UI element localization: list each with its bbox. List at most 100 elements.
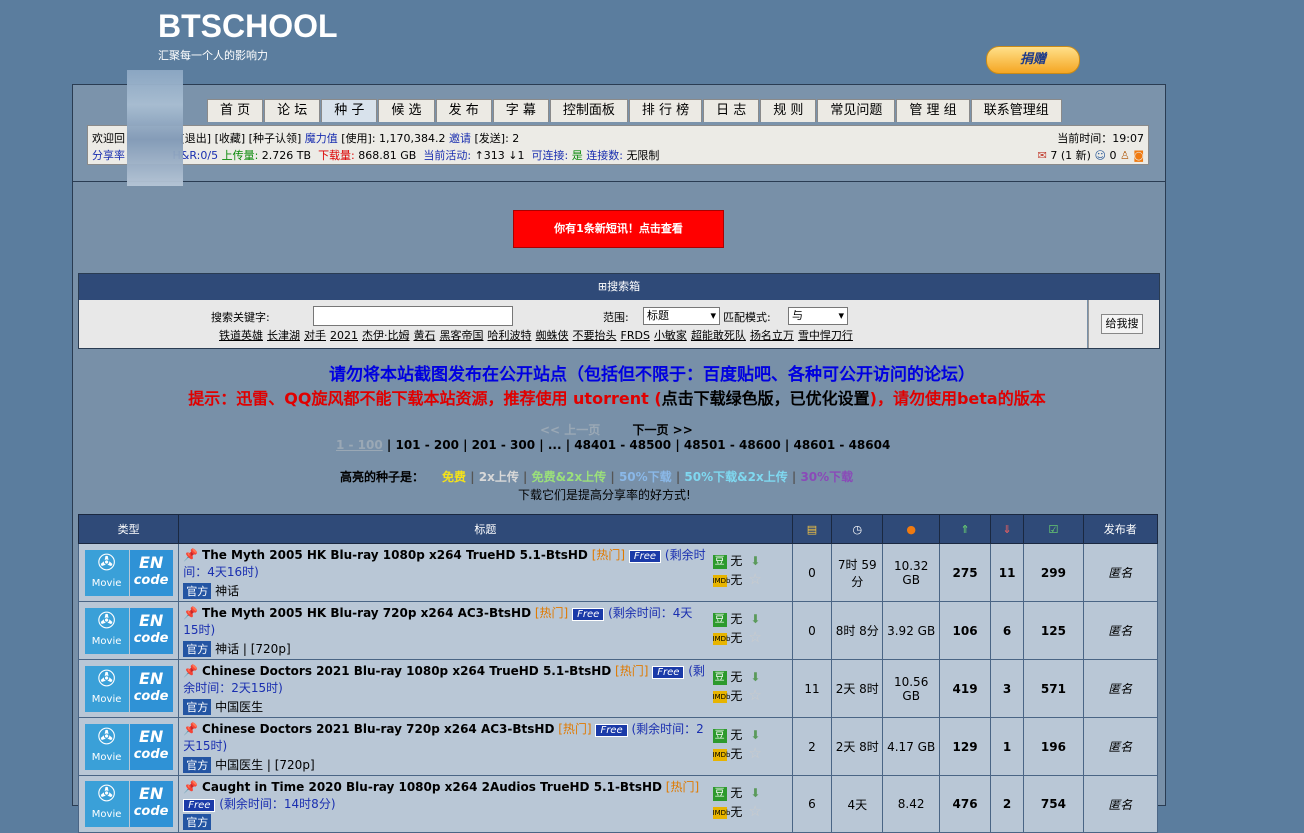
seeders-count[interactable]: 106 — [939, 601, 991, 660]
bookmark-star-icon[interactable]: ☆ — [748, 570, 761, 588]
inbox-count[interactable]: 7 (1 新) — [1050, 149, 1091, 162]
seeders-count[interactable]: 275 — [939, 543, 991, 602]
nav-tab[interactable]: 字 幕 — [492, 99, 549, 122]
nav-tab[interactable]: 管 理 组 — [896, 99, 970, 122]
friends-count[interactable]: 0 — [1109, 149, 1116, 162]
imdb-rating[interactable]: IMDb 无 ☆ — [712, 802, 788, 821]
category-movie-en-icon[interactable]: ✇ Movie EN code — [84, 665, 173, 712]
page-link[interactable]: 48501 - 48600 — [684, 438, 781, 452]
torrent-title-link[interactable]: Chinese Doctors 2021 Blu-ray 720p x264 A… — [202, 722, 554, 736]
torrent-title-link[interactable]: The Myth 2005 HK Blu-ray 1080p x264 True… — [202, 548, 588, 562]
douban-rating[interactable]: 豆 无 ⬇ — [712, 552, 788, 570]
search-input[interactable] — [313, 306, 513, 326]
bookmark-star-icon[interactable]: ☆ — [748, 802, 761, 820]
col-seeders[interactable]: ⇑ — [939, 514, 991, 544]
nav-tab[interactable]: 常见问题 — [817, 99, 896, 122]
torrent-title-link[interactable]: Caught in Time 2020 Blu-ray 1080p x264 2… — [202, 780, 662, 794]
page-link[interactable]: 101 - 200 — [395, 438, 458, 452]
col-age[interactable]: ◷ — [831, 514, 884, 544]
hot-keyword-link[interactable]: 雪中悍刀行 — [798, 329, 853, 342]
torrent-title-link[interactable]: Chinese Doctors 2021 Blu-ray 1080p x264 … — [202, 664, 611, 678]
hot-keyword-link[interactable]: 扬名立万 — [750, 329, 794, 342]
imdb-rating[interactable]: IMDb 无 ☆ — [712, 744, 788, 763]
col-comments[interactable]: ▤ — [791, 514, 833, 544]
comments-count[interactable]: 6 — [791, 775, 833, 833]
user-icon[interactable]: ♙ — [1120, 149, 1130, 162]
download-icon[interactable]: ⬇ — [750, 786, 760, 800]
download-icon[interactable]: ⬇ — [750, 612, 760, 626]
hot-keyword-link[interactable]: 黄石 — [414, 329, 436, 342]
imdb-rating[interactable]: IMDb 无 ☆ — [712, 686, 788, 705]
col-completed[interactable]: ☑ — [1023, 514, 1084, 544]
category-movie-en-icon[interactable]: ✇ Movie EN code — [84, 723, 173, 770]
imdb-rating[interactable]: IMDb 无 ☆ — [712, 570, 788, 589]
type-cell[interactable]: ✇ Movie EN code — [77, 717, 180, 776]
completed-count[interactable]: 125 — [1023, 601, 1084, 660]
douban-rating[interactable]: 豆 无 ⬇ — [712, 610, 788, 628]
type-cell[interactable]: ✇ Movie EN code — [77, 659, 180, 718]
bookmark-star-icon[interactable]: ☆ — [748, 628, 761, 646]
col-type[interactable]: 类型 — [77, 514, 180, 544]
new-message-button[interactable]: 你有1条新短讯！点击查看 — [513, 210, 724, 248]
page-link[interactable]: 48401 - 48500 — [574, 438, 671, 452]
next-page-link[interactable]: 下一页 >> — [632, 423, 692, 437]
completed-count[interactable]: 754 — [1023, 775, 1084, 833]
imdb-rating[interactable]: IMDb 无 ☆ — [712, 628, 788, 647]
category-movie-en-icon[interactable]: ✇ Movie EN code — [84, 549, 173, 596]
download-icon[interactable]: ⬇ — [750, 728, 760, 742]
page-link[interactable]: 1 - 100 — [336, 438, 383, 452]
hot-keyword-link[interactable]: 超能敢死队 — [691, 329, 746, 342]
search-box-header[interactable]: ⊞搜索箱 — [79, 274, 1159, 300]
col-size[interactable]: ● — [882, 514, 941, 544]
hot-keyword-link[interactable]: 蜘蛛侠 — [536, 329, 569, 342]
bookmark-star-icon[interactable]: ☆ — [748, 744, 761, 762]
leechers-count[interactable]: 6 — [989, 601, 1025, 660]
leechers-count[interactable]: 11 — [989, 543, 1025, 602]
download-icon[interactable]: ⬇ — [750, 670, 760, 684]
hot-keyword-link[interactable]: 2021 — [330, 329, 358, 342]
donate-button[interactable]: 捐赠 — [986, 46, 1080, 74]
hot-keyword-link[interactable]: FRDS — [621, 329, 650, 342]
hot-keyword-link[interactable]: 对手 — [304, 329, 326, 342]
hot-keyword-link[interactable]: 不要抬头 — [573, 329, 617, 342]
nav-tab[interactable]: 首 页 — [207, 99, 264, 122]
type-cell[interactable]: ✇ Movie EN code — [77, 601, 180, 660]
completed-count[interactable]: 571 — [1023, 659, 1084, 718]
page-link[interactable]: 48601 - 48604 — [793, 438, 890, 452]
comments-count[interactable]: 2 — [791, 717, 833, 776]
prev-page-link[interactable]: << 上一页 — [540, 423, 600, 437]
nav-tab[interactable]: 种 子 — [321, 99, 378, 122]
leechers-count[interactable]: 1 — [989, 717, 1025, 776]
seeders-count[interactable]: 419 — [939, 659, 991, 718]
col-title[interactable]: 标题 — [178, 514, 793, 544]
douban-rating[interactable]: 豆 无 ⬇ — [712, 726, 788, 744]
hot-keyword-link[interactable]: 杰伊·比姆 — [362, 329, 410, 342]
seeders-count[interactable]: 476 — [939, 775, 991, 833]
type-cell[interactable]: ✇ Movie EN code — [77, 775, 180, 833]
nav-tab[interactable]: 候 选 — [378, 99, 435, 122]
category-movie-en-icon[interactable]: ✇ Movie EN code — [84, 607, 173, 654]
completed-count[interactable]: 299 — [1023, 543, 1084, 602]
range-select[interactable]: 标题 ▾ — [643, 307, 720, 325]
douban-rating[interactable]: 豆 无 ⬇ — [712, 668, 788, 686]
hot-keyword-link[interactable]: 小敏家 — [654, 329, 687, 342]
leechers-count[interactable]: 2 — [989, 775, 1025, 833]
nav-tab[interactable]: 日 志 — [703, 99, 760, 122]
hot-keyword-link[interactable]: 长津湖 — [267, 329, 300, 342]
completed-count[interactable]: 196 — [1023, 717, 1084, 776]
col-leechers[interactable]: ⇓ — [989, 514, 1025, 544]
bookmark-star-icon[interactable]: ☆ — [748, 686, 761, 704]
nav-tab[interactable]: 控制面板 — [549, 99, 628, 122]
nav-tab[interactable]: 规 则 — [760, 99, 817, 122]
douban-rating[interactable]: 豆 无 ⬇ — [712, 784, 788, 802]
seeders-count[interactable]: 129 — [939, 717, 991, 776]
bonus-link[interactable]: 魔力值 — [305, 132, 338, 145]
site-logo[interactable]: BTSCHOOL 汇聚每一个人的影响力 — [158, 8, 338, 63]
hot-keyword-link[interactable]: 哈利波特 — [488, 329, 532, 342]
nav-tab[interactable]: 排 行 榜 — [628, 99, 703, 122]
hot-keyword-link[interactable]: 铁道英雄 — [219, 329, 263, 342]
mode-select[interactable]: 与 ▾ — [788, 307, 848, 325]
expand-icon[interactable]: ⊞ — [598, 280, 607, 293]
download-icon[interactable]: ⬇ — [750, 554, 760, 568]
friends-icon[interactable]: ☺ — [1094, 149, 1105, 162]
